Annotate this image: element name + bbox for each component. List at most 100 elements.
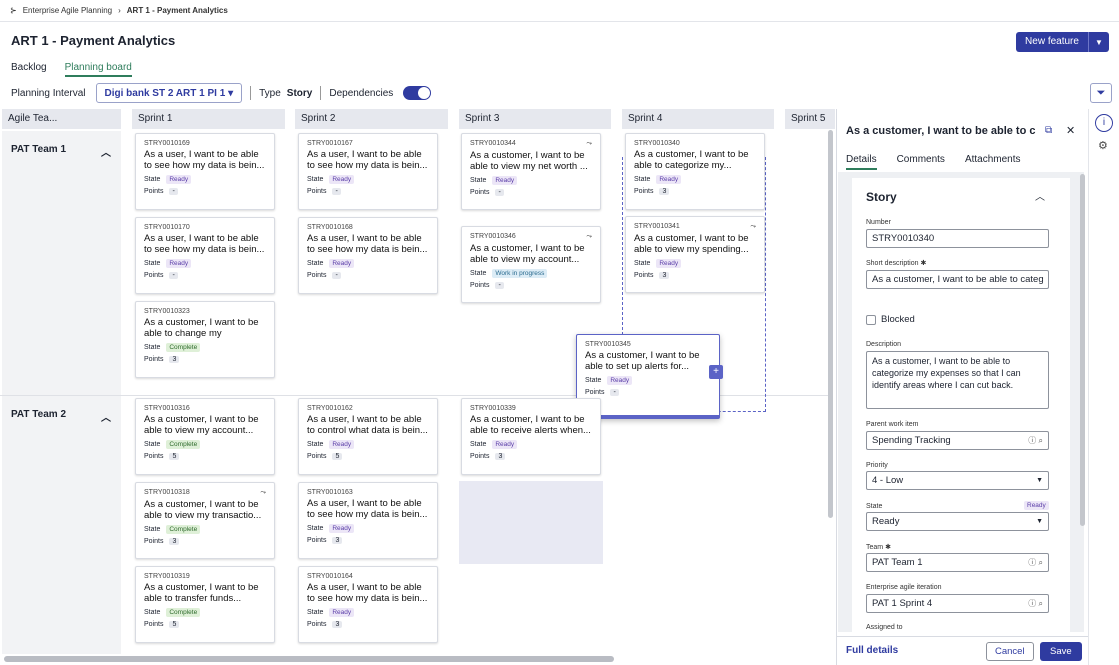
number-value: STRY0010340 <box>872 233 935 244</box>
info-icon[interactable]: i <box>1095 114 1113 132</box>
dependency-icon[interactable]: ⤳ <box>750 223 756 231</box>
story-card[interactable]: STRY0010169 As a user, I want to be able … <box>135 133 275 210</box>
tab-comments[interactable]: Comments <box>897 154 945 170</box>
assigned-label: Assigned to <box>866 624 903 631</box>
panel-scrollbar[interactable] <box>1080 174 1085 526</box>
state-value: Ready <box>872 516 900 527</box>
team-label-text: Team <box>866 544 884 551</box>
story-description: As a user, I want to be able to see how … <box>307 149 428 171</box>
state-row: State Ready <box>307 608 429 617</box>
state-row: State Ready <box>307 259 429 268</box>
story-number: STRY0010341 <box>634 223 680 230</box>
team-lane-pat-team-1[interactable]: PAT Team 1 ︿ <box>11 144 111 159</box>
caret-down-icon: ▼ <box>1036 477 1043 484</box>
story-number-row: STRY0010163 <box>307 489 429 496</box>
priority-select[interactable]: 4 - Low ▼ <box>866 471 1049 490</box>
team-label: Team ✱ <box>866 543 891 551</box>
chevron-right-icon: › <box>118 6 121 15</box>
dependency-icon[interactable]: ⤳ <box>260 489 266 497</box>
points-label: Points <box>144 356 164 363</box>
priority-value: 4 - Low <box>872 475 904 486</box>
iteration-field[interactable]: PAT 1 Sprint 4 ⓘ ⌕ <box>866 594 1049 613</box>
story-card[interactable]: STRY0010168 As a user, I want to be able … <box>298 217 438 294</box>
state-row: State Ready <box>585 376 711 385</box>
state-badge: Ready <box>1024 501 1049 510</box>
pi-select[interactable]: Digi bank ST 2 ART 1 PI 1 ▾ <box>95 83 243 103</box>
gear-icon[interactable]: ⚙ <box>1098 139 1108 152</box>
filter-icon[interactable]: ⏷ <box>1090 83 1112 103</box>
breadcrumb-root[interactable]: Enterprise Agile Planning <box>23 6 112 15</box>
parent-field[interactable]: Spending Tracking ⓘ ⌕ <box>866 431 1049 450</box>
team-name: PAT Team 1 <box>11 144 67 155</box>
points-label: Points <box>634 272 654 279</box>
dependency-icon[interactable]: ⤳ <box>586 233 592 241</box>
points-label: Points <box>307 272 327 279</box>
info-search-icons[interactable]: ⓘ ⌕ <box>1028 557 1043 568</box>
team-field[interactable]: PAT Team 1 ⓘ ⌕ <box>866 553 1049 572</box>
tab-attachments[interactable]: Attachments <box>965 154 1021 170</box>
open-new-tab-icon[interactable]: ⧉ <box>1045 125 1052 136</box>
state-select[interactable]: Ready ▼ <box>866 512 1049 531</box>
points-row: Points 3 <box>634 272 756 279</box>
number-field[interactable]: STRY0010340 <box>866 229 1049 248</box>
story-description: As a customer, I want to be able to view… <box>144 499 262 521</box>
state-row: State Ready <box>634 175 756 184</box>
column-header-sprint-2: Sprint 2 <box>295 109 448 129</box>
story-card[interactable]: STRY0010318 ⤳ As a customer, I want to be … <box>135 482 275 559</box>
full-details-link[interactable]: Full details <box>846 645 898 656</box>
cancel-button[interactable]: Cancel <box>986 642 1034 661</box>
tab-details[interactable]: Details <box>846 154 877 170</box>
short-description-field[interactable]: As a customer, I want to be able to cate… <box>866 270 1049 289</box>
story-description: As a user, I want to be able to see how … <box>307 498 428 520</box>
story-card[interactable]: STRY0010339 As a customer, I want to be a… <box>461 398 601 475</box>
state-label: State <box>585 377 602 384</box>
story-card[interactable]: STRY0010163 As a user, I want to be able … <box>298 482 438 559</box>
story-card[interactable]: STRY0010162 As a user, I want to be able … <box>298 398 438 475</box>
tab-planning-board[interactable]: Planning board <box>64 62 132 77</box>
chevron-up-icon[interactable]: ︿ <box>101 144 111 159</box>
story-card[interactable]: STRY0010319 As a customer, I want to be a… <box>135 566 275 643</box>
state-row: State Ready <box>307 175 429 184</box>
dependency-icon[interactable]: ⤳ <box>586 140 592 148</box>
story-card[interactable]: STRY0010164 As a user, I want to be able … <box>298 566 438 643</box>
story-description: As a customer, I want to be able to view… <box>144 414 259 436</box>
team-lane-pat-team-2[interactable]: PAT Team 2 ︿ <box>11 409 111 424</box>
info-search-icons[interactable]: ⓘ ⌕ <box>1028 598 1043 609</box>
story-number: STRY0010339 <box>470 405 516 412</box>
plus-icon[interactable]: + <box>709 365 723 379</box>
state-label: State <box>307 260 324 267</box>
story-card[interactable]: STRY0010167 As a user, I want to be able … <box>298 133 438 210</box>
chevron-down-icon[interactable]: ▼ <box>1089 38 1109 47</box>
breadcrumb-current: ART 1 - Payment Analytics <box>126 6 228 15</box>
divider <box>320 86 322 100</box>
panel-footer: Full details Cancel Save <box>837 636 1088 665</box>
save-button[interactable]: Save <box>1040 642 1082 661</box>
story-card[interactable]: STRY0010346 ⤳ As a customer, I want to be … <box>461 226 601 303</box>
blocked-checkbox[interactable] <box>866 315 876 325</box>
parent-value: Spending Tracking <box>872 435 951 446</box>
dependencies-toggle[interactable] <box>403 86 432 100</box>
close-icon[interactable]: ✕ <box>1066 124 1075 137</box>
info-search-icons[interactable]: ⓘ ⌕ <box>1028 435 1043 446</box>
story-number-row: STRY0010341 ⤳ <box>634 223 756 231</box>
tab-backlog[interactable]: Backlog <box>11 62 47 77</box>
type-value[interactable]: Story <box>287 88 313 99</box>
new-feature-button[interactable]: New feature ▼ <box>1016 32 1109 52</box>
iteration-value: PAT 1 Sprint 4 <box>872 598 933 609</box>
story-card[interactable]: STRY0010170 As a user, I want to be able … <box>135 217 275 294</box>
chevron-up-icon[interactable]: ︿ <box>101 409 111 424</box>
horizontal-scrollbar[interactable] <box>4 656 614 662</box>
story-card[interactable]: STRY0010323 As a customer, I want to be a… <box>135 301 275 378</box>
required-icon: ✱ <box>885 544 891 551</box>
chevron-up-icon[interactable]: ︿ <box>1035 188 1045 203</box>
drop-zone[interactable] <box>459 481 603 564</box>
story-card[interactable]: STRY0010316 As a customer, I want to be a… <box>135 398 275 475</box>
board-scrollbar[interactable] <box>828 130 833 518</box>
points-row: Points - <box>307 272 429 279</box>
points-value: 3 <box>332 621 343 628</box>
description-field[interactable]: As a customer, I want to be able to cate… <box>866 351 1049 409</box>
story-card[interactable]: STRY0010341 ⤳ As a customer, I want to be … <box>625 216 765 293</box>
blocked-label: Blocked <box>881 314 915 325</box>
story-card[interactable]: STRY0010344 ⤳ As a customer, I want to be … <box>461 133 601 210</box>
story-card[interactable]: STRY0010340 As a customer, I want to be a… <box>625 133 765 210</box>
